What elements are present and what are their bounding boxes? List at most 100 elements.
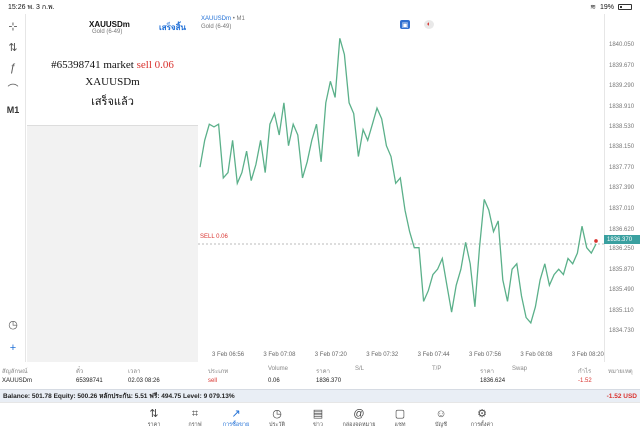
nav-label: กล่องจดหมาย [342,422,376,428]
price-chart[interactable]: XAUUSDm • M1 Gold (6-49) ▣ ◐ SELL 0.06 1… [198,14,640,362]
price-tick-label: 1838.530 [609,124,635,130]
table-cell: 1836.624 [480,378,506,384]
price-tick-label: 1839.290 [609,83,635,90]
last-price-dot [594,239,598,243]
price-tick-label: 1834.730 [609,328,635,334]
nav-item[interactable]: ▤ ข่าว [298,407,338,429]
status-bar: 15:26 พ. 3 ก.พ. ≋ 19% [0,0,640,14]
trade-history-icon[interactable]: ◷ [4,316,22,332]
chart-canvas [198,38,604,325]
indicators-icon[interactable]: ⇅ [4,39,22,55]
table-header-cell[interactable]: เวลา [128,366,140,376]
price-tick-label: 1837.010 [609,205,635,212]
table-header-cell[interactable]: Volume [268,366,288,372]
order-message-line2: XAUUSDm [85,76,140,88]
nav-item[interactable]: ⇅ ราคา [134,407,174,429]
table-header-cell[interactable]: ตั๋ว [76,366,83,376]
nav-icon: ▢ [394,408,406,420]
table-row[interactable]: XAUUSDm 65398741 02.03 08:26 sell 0.06 1836.3… [0,376,640,389]
bottom-navigation: ⇅ ราคา ⌗ กราฟ ↗ การซื้อขาย ◷ ประวัติ ▤ ข่าว @ กล่อง… [0,402,640,447]
order-message-line1: #65398741 market sell 0.06 [27,59,198,71]
nav-icon: ◷ [272,408,282,420]
balance-bar: Balance: 501.78 Equity: 500.26 หลักประกั… [0,389,640,402]
time-tick-label: 3 Feb 08:08 [520,352,553,358]
shapes-icon[interactable]: ⌒ [4,81,22,97]
order-result-box: XAUUSDm Gold (6-49) เสร็จสิ้น #65398741 … [27,14,198,126]
nav-icon: ☺ [435,408,447,420]
chart-tool-strip: ⊹ ⇅ ƒ ⌒ M1 ◷ + [0,14,26,362]
table-header-cell[interactable]: Swap [512,366,527,372]
balance-summary: Balance: 501.78 Equity: 500.26 หลักประกั… [3,393,235,400]
order-symbol: XAUUSDm [89,20,130,29]
crosshair-icon[interactable]: ⊹ [4,18,22,34]
price-tick-label: 1838.910 [609,103,635,110]
table-header-cell[interactable]: ราคา [316,366,330,376]
price-tick-label: 1837.770 [609,164,635,171]
nav-icon: ▤ [312,408,324,420]
table-cell: 1836.370 [316,378,342,384]
time-tick-label: 3 Feb 06:56 [212,352,245,358]
nav-item[interactable]: ↗ การซื้อขาย [216,407,256,429]
nav-icon: ⚙ [477,408,487,420]
battery-percent: 19% [599,3,614,11]
done-button[interactable]: เสร็จสิ้น [159,21,186,34]
nav-item[interactable]: @ กล่องจดหมาย [339,407,379,429]
table-cell: 65398741 [76,378,103,384]
timeframe-button[interactable]: M1 [4,102,22,118]
table-cell: -1.52 [578,378,592,384]
sell-line-label: SELL 0.06 [200,234,228,240]
time-tick-label: 3 Feb 07:08 [263,352,296,358]
price-tick-label: 1835.110 [609,307,634,314]
nav-item[interactable]: ◷ ประวัติ [257,407,297,429]
nav-item[interactable]: ☺ บัญชี [421,407,461,429]
nav-label: การตั้งค่า [470,422,494,428]
time-tick-label: 3 Feb 08:20 [571,352,604,358]
wifi-icon: ≋ [590,4,596,11]
table-header-cell[interactable]: หมายเหตุ [608,366,633,376]
price-axis: 1840.050 1839.670 1839.290 1838.910 1838.530… [604,14,640,362]
table-header-cell[interactable]: ราคา [480,366,494,376]
status-time: 15:26 [8,3,26,11]
nav-label: ประวัติ [268,422,286,428]
table-header-cell[interactable]: S/L [355,366,364,372]
function-icon[interactable]: ƒ [4,60,22,76]
total-profit: -1.52 [606,392,622,400]
nav-item[interactable]: ⌗ กราฟ [175,407,215,429]
order-symbol-desc: Gold (6-49) [92,29,123,35]
status-date: พ. 3 ก.พ. [27,3,55,11]
nav-label: การซื้อขาย [222,422,250,428]
nav-label: แชท [394,422,406,428]
time-tick-label: 3 Feb 07:44 [417,352,450,358]
table-header-cell[interactable]: ประเภท [208,366,228,376]
new-order-icon[interactable]: + [4,340,22,356]
price-tick-label: 1840.050 [609,42,635,49]
nav-icon: ↗ [231,408,241,420]
battery-icon [618,4,632,10]
price-tick-label: 1836.250 [609,246,635,253]
nav-label: กราฟ [188,422,202,428]
nav-item[interactable]: ⚙ การตั้งค่า [462,407,502,429]
table-header-cell[interactable]: สัญลักษณ์ [2,366,28,376]
nav-icon: ⌗ [191,408,199,420]
table-cell: 0.06 [268,378,280,384]
nav-icon: @ [353,408,365,420]
price-tick-label: 1835.870 [609,266,635,273]
current-price-tag: 1836.370 [604,235,640,244]
time-tick-label: 3 Feb 07:20 [314,352,347,358]
table-cell: 02.03 08:26 [128,378,160,384]
price-tick-label: 1838.150 [609,144,635,151]
price-tick-label: 1839.670 [609,62,635,69]
order-message-action: sell 0.06 [136,59,174,71]
table-header-cell[interactable]: T/P [432,366,441,372]
nav-label: บัญชี [435,422,447,428]
order-message-ticket: #65398741 market [51,59,137,71]
nav-item[interactable]: ▢ แชท [380,407,420,429]
profit-currency: USD [623,392,637,400]
positions-table-header: สัญลักษณ์ ตั๋ว เวลา ประเภท Volume ราคา S/L T/P ร… [0,364,640,376]
price-tick-label: 1837.390 [609,185,635,192]
table-cell: sell [208,378,218,384]
nav-label: ราคา [147,422,161,428]
time-tick-label: 3 Feb 07:56 [469,352,502,358]
time-tick-label: 3 Feb 07:32 [366,352,399,358]
table-header-cell[interactable]: กำไร [578,366,591,376]
